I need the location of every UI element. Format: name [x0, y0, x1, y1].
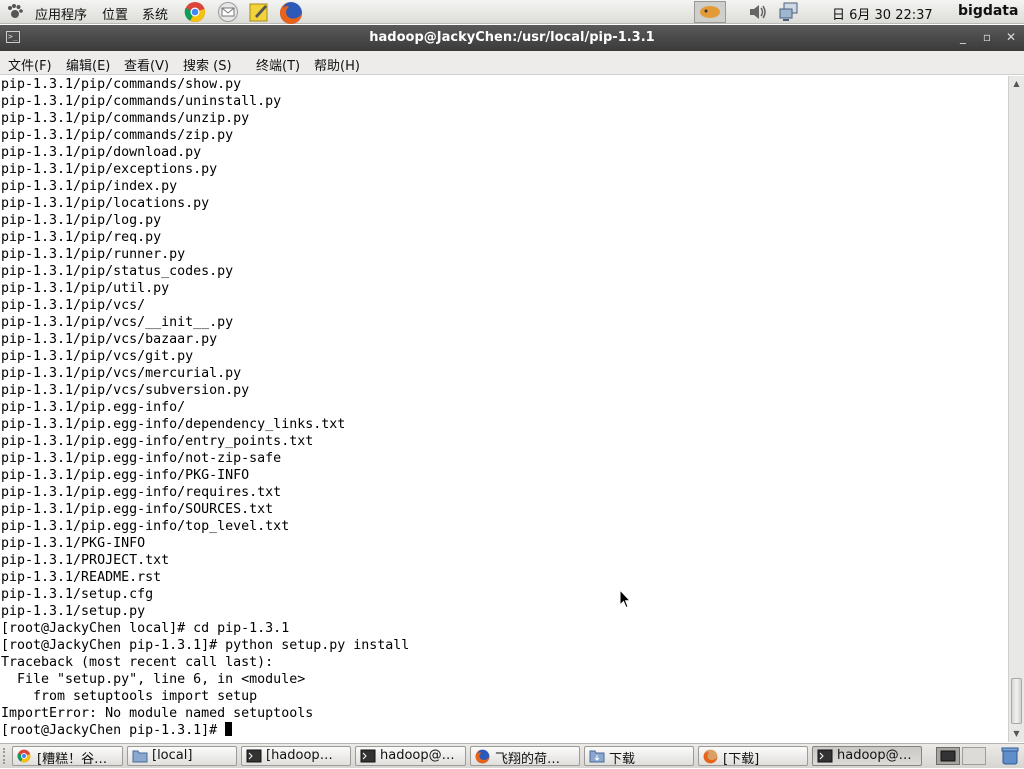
- task-firefox-1[interactable]: 飞翔的荷…: [470, 746, 580, 766]
- terminal-line: pip-1.3.1/pip/vcs/git.py: [1, 349, 194, 364]
- network-icon[interactable]: [778, 2, 800, 22]
- terminal-icon: [246, 749, 262, 763]
- menu-view[interactable]: 查看(V): [124, 55, 169, 74]
- terminal-line: pip-1.3.1/pip/locations.py: [1, 196, 210, 211]
- places-menu[interactable]: 位置: [102, 4, 128, 23]
- download-folder-icon: [589, 749, 605, 763]
- text-cursor: [225, 722, 233, 736]
- terminal-prompt: [root@JackyChen pip-1.3.1]#: [1, 723, 226, 738]
- mouse-pointer-icon: [619, 589, 631, 609]
- window-titlebar[interactable]: >_ hadoop@JackyChen:/usr/local/pip-1.3.1…: [0, 25, 1024, 51]
- terminal-icon: [360, 749, 376, 763]
- menu-terminal[interactable]: 终端(T): [256, 55, 300, 74]
- terminal-line: from setuptools import setup: [1, 689, 258, 704]
- terminal-output: pip-1.3.1/pip/commands/show.py pip-1.3.1/…: [1, 76, 409, 739]
- menu-file[interactable]: 文件(F): [8, 55, 52, 74]
- clock[interactable]: 日 6月 30 22:37: [832, 4, 933, 23]
- terminal-line: pip-1.3.1/pip/commands/zip.py: [1, 128, 234, 143]
- menu-edit[interactable]: 编辑(E): [66, 55, 110, 74]
- mail-icon[interactable]: [217, 1, 239, 23]
- terminal-line: pip-1.3.1/pip/runner.py: [1, 247, 186, 262]
- terminal-area[interactable]: pip-1.3.1/pip/commands/show.py pip-1.3.1/…: [0, 76, 1008, 742]
- terminal-line: pip-1.3.1/pip/vcs/mercurial.py: [1, 366, 242, 381]
- terminal-line: pip-1.3.1/pip/exceptions.py: [1, 162, 218, 177]
- terminal-line: pip-1.3.1/pip/status_codes.py: [1, 264, 234, 279]
- terminal-line: pip-1.3.1/pip/commands/uninstall.py: [1, 94, 282, 109]
- task-terminal-active[interactable]: hadoop@…: [812, 746, 922, 766]
- menu-help[interactable]: 帮助(H): [314, 55, 360, 74]
- top-panel: 应用程序 位置 系统 日 6月 30 22:37 bigdata: [0, 0, 1024, 24]
- task-local-folder[interactable]: [local]: [127, 746, 237, 766]
- task-downloads-folder[interactable]: 下载: [584, 746, 694, 766]
- terminal-line: pip-1.3.1/pip/vcs/subversion.py: [1, 383, 250, 398]
- terminal-line: pip-1.3.1/pip.egg-info/PKG-INFO: [1, 468, 250, 483]
- terminal-line: pip-1.3.1/pip/vcs/: [1, 298, 146, 313]
- window-title: hadoop@JackyChen:/usr/local/pip-1.3.1: [369, 30, 655, 45]
- terminal-line: [root@JackyChen local]# cd pip-1.3.1: [1, 621, 290, 636]
- task-terminal-1[interactable]: [hadoop…: [241, 746, 351, 766]
- maximize-button[interactable]: ▫: [979, 29, 995, 45]
- terminal-line: pip-1.3.1/pip/log.py: [1, 213, 162, 228]
- firefox-icon: [475, 749, 491, 764]
- terminal-line: pip-1.3.1/pip.egg-info/: [1, 400, 186, 415]
- notes-icon[interactable]: [248, 1, 270, 23]
- workspace-1[interactable]: [936, 747, 960, 765]
- task-chrome[interactable]: [糟糕！谷…: [12, 746, 123, 766]
- terminal-line: pip-1.3.1/pip/vcs/__init__.py: [1, 315, 234, 330]
- hostname-label[interactable]: bigdata: [958, 3, 1018, 19]
- terminal-line: pip-1.3.1/pip.egg-info/top_level.txt: [1, 519, 290, 534]
- terminal-line: pip-1.3.1/pip.egg-info/not-zip-safe: [1, 451, 282, 466]
- terminal-line: File "setup.py", line 6, in <module>: [1, 672, 306, 687]
- applications-menu[interactable]: 应用程序: [35, 4, 87, 23]
- terminal-line: pip-1.3.1/pip.egg-info/requires.txt: [1, 485, 282, 500]
- terminal-line: pip-1.3.1/pip/index.py: [1, 179, 178, 194]
- terminal-line: pip-1.3.1/setup.cfg: [1, 587, 154, 602]
- terminal-line: pip-1.3.1/pip.egg-info/entry_points.txt: [1, 434, 314, 449]
- terminal-line: pip-1.3.1/setup.py: [1, 604, 146, 619]
- terminal-line: pip-1.3.1/pip.egg-info/dependency_links.…: [1, 417, 346, 432]
- scroll-up-arrow[interactable]: ▲: [1011, 78, 1022, 90]
- terminal-line: [root@JackyChen pip-1.3.1]# python setup…: [1, 638, 410, 653]
- volume-icon[interactable]: [748, 3, 768, 21]
- menu-search[interactable]: 搜索 (S): [183, 55, 232, 74]
- task-terminal-2[interactable]: hadoop@…: [355, 746, 466, 766]
- terminal-line: pip-1.3.1/pip/vcs/bazaar.py: [1, 332, 218, 347]
- terminal-line: pip-1.3.1/pip/util.py: [1, 281, 170, 296]
- scrollbar-thumb[interactable]: [1011, 678, 1022, 724]
- terminal-line: pip-1.3.1/PKG-INFO: [1, 536, 146, 551]
- firefox-icon: [703, 749, 719, 764]
- close-button[interactable]: ✕: [1003, 29, 1019, 45]
- notification-icon[interactable]: [694, 1, 726, 23]
- system-menu[interactable]: 系统: [142, 4, 168, 23]
- menubar: 文件(F) 编辑(E) 查看(V) 搜索 (S) 终端(T) 帮助(H): [0, 51, 1024, 75]
- scroll-down-arrow[interactable]: ▼: [1011, 728, 1022, 740]
- firefox-icon[interactable]: [279, 1, 302, 24]
- folder-icon: [132, 749, 148, 763]
- minimize-button[interactable]: _: [955, 29, 971, 45]
- terminal-line: ImportError: No module named setuptools: [1, 706, 314, 721]
- terminal-line: pip-1.3.1/pip/download.py: [1, 145, 202, 160]
- terminal-line: pip-1.3.1/pip/req.py: [1, 230, 162, 245]
- taskbar: [糟糕！谷… [local] [hadoop… hadoop@… 飞翔的荷… 下…: [0, 743, 1024, 768]
- workspace-2[interactable]: [962, 747, 986, 765]
- trash-icon[interactable]: [1000, 747, 1020, 765]
- scrollbar[interactable]: ▲ ▼: [1008, 76, 1024, 742]
- terminal-line: pip-1.3.1/pip/commands/unzip.py: [1, 111, 250, 126]
- task-firefox-downloads[interactable]: [下载]: [698, 746, 808, 766]
- chrome-icon[interactable]: [184, 1, 206, 23]
- terminal-icon: [817, 749, 833, 763]
- gnome-foot-icon[interactable]: [6, 3, 24, 21]
- terminal-line: Traceback (most recent call last):: [1, 655, 274, 670]
- chrome-icon: [17, 749, 33, 763]
- terminal-line: pip-1.3.1/pip/commands/show.py: [1, 77, 242, 92]
- terminal-line: pip-1.3.1/PROJECT.txt: [1, 553, 170, 568]
- terminal-line: pip-1.3.1/README.rst: [1, 570, 162, 585]
- terminal-prompt-line[interactable]: [root@JackyChen pip-1.3.1]#: [1, 722, 409, 739]
- terminal-line: pip-1.3.1/pip.egg-info/SOURCES.txt: [1, 502, 274, 517]
